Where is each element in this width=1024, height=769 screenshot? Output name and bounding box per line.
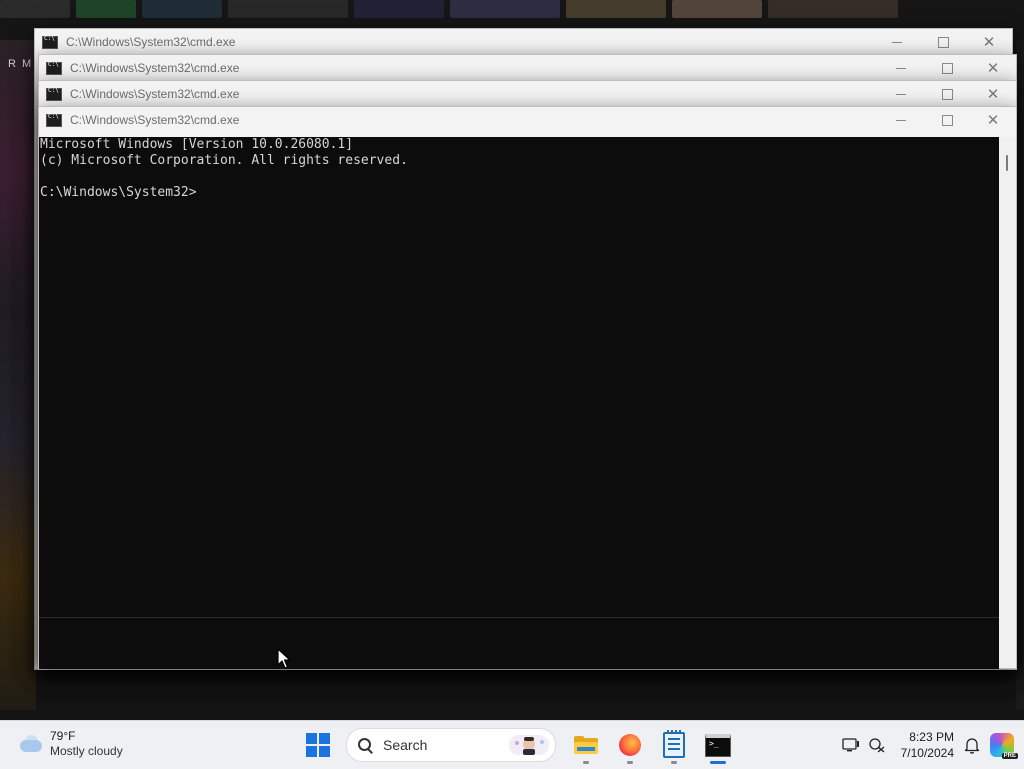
wallpaper-tile bbox=[450, 0, 560, 18]
background-window-edge bbox=[0, 40, 36, 710]
mouse-cursor-icon bbox=[277, 648, 291, 669]
maximize-button[interactable] bbox=[924, 81, 970, 107]
wallpaper-strip bbox=[0, 0, 1024, 26]
background-text: R bbox=[8, 58, 16, 70]
wallpaper-tile bbox=[228, 0, 348, 18]
wallpaper-tile bbox=[354, 0, 444, 18]
folder-icon bbox=[574, 736, 598, 754]
start-button[interactable] bbox=[298, 725, 338, 765]
maximize-button[interactable] bbox=[924, 107, 970, 133]
wallpaper-tile bbox=[142, 0, 222, 18]
wallpaper-tile bbox=[0, 0, 70, 18]
wallpaper-tile bbox=[76, 0, 136, 18]
preview-badge: PRE bbox=[1001, 753, 1018, 759]
scrollbar-thumb[interactable] bbox=[1006, 155, 1008, 171]
command-prompt-button[interactable] bbox=[698, 725, 738, 765]
minimize-button[interactable] bbox=[878, 55, 924, 81]
console-line: (c) Microsoft Corporation. All rights re… bbox=[40, 153, 408, 168]
weather-temperature: 79°F bbox=[50, 729, 76, 743]
network-status-icon[interactable] bbox=[865, 733, 889, 757]
cmd-app-icon bbox=[46, 113, 62, 127]
clock[interactable]: 8:23 PM 7/10/2024 bbox=[901, 729, 954, 761]
window-titlebar[interactable]: C:\Windows\System32\cmd.exe ✕ bbox=[39, 55, 1016, 81]
cmd-window-4[interactable]: C:\Windows\System32\cmd.exe ✕ Microsoft … bbox=[38, 106, 1017, 669]
search-highlight-icon bbox=[509, 735, 549, 755]
wallpaper-tile bbox=[566, 0, 666, 18]
close-button[interactable]: ✕ bbox=[970, 107, 1016, 133]
display-icon[interactable] bbox=[839, 733, 863, 757]
window-title: C:\Windows\System32\cmd.exe bbox=[70, 87, 240, 101]
clock-date: 7/10/2024 bbox=[900, 746, 954, 760]
window-titlebar[interactable]: C:\Windows\System32\cmd.exe ✕ bbox=[35, 29, 1012, 55]
wallpaper-tile bbox=[768, 0, 898, 18]
cmd-icon bbox=[705, 733, 731, 757]
notification-bell-icon[interactable] bbox=[960, 733, 984, 757]
console-line bbox=[39, 169, 999, 185]
firefox-button[interactable] bbox=[610, 725, 650, 765]
system-tray: 8:23 PM 7/10/2024 PRE bbox=[839, 721, 1024, 769]
clock-time: 8:23 PM bbox=[909, 730, 954, 744]
minimize-button[interactable] bbox=[878, 107, 924, 133]
cmd-app-icon bbox=[46, 61, 62, 75]
cloud-icon bbox=[16, 734, 44, 754]
console-lower-area bbox=[39, 617, 999, 669]
weather-condition: Mostly cloudy bbox=[50, 744, 123, 758]
console-output[interactable]: Microsoft Windows [Version 10.0.26080.1]… bbox=[39, 137, 999, 617]
maximize-button[interactable] bbox=[924, 55, 970, 81]
taskbar-center: Search bbox=[298, 725, 742, 765]
minimize-button[interactable] bbox=[878, 81, 924, 107]
window-titlebar[interactable]: C:\Windows\System32\cmd.exe ✕ bbox=[39, 107, 1016, 133]
background-text: M bbox=[22, 58, 32, 70]
vertical-scrollbar[interactable] bbox=[999, 137, 1016, 668]
window-title: C:\Windows\System32\cmd.exe bbox=[70, 113, 240, 127]
cmd-app-icon bbox=[42, 35, 58, 49]
close-button[interactable]: ✕ bbox=[970, 81, 1016, 107]
firefox-icon bbox=[619, 734, 641, 756]
windows-start-icon bbox=[306, 733, 330, 757]
maximize-button[interactable] bbox=[920, 29, 966, 55]
notepad-button[interactable] bbox=[654, 725, 694, 765]
search-icon bbox=[357, 737, 373, 753]
cmd-app-icon bbox=[46, 87, 62, 101]
file-explorer-button[interactable] bbox=[566, 725, 606, 765]
weather-widget[interactable]: 79°F Mostly cloudy bbox=[16, 729, 123, 759]
console-prompt[interactable]: C:\Windows\System32> bbox=[39, 185, 999, 201]
window-title: C:\Windows\System32\cmd.exe bbox=[66, 35, 236, 49]
background-window-edge bbox=[1016, 40, 1024, 710]
copilot-icon[interactable]: PRE bbox=[990, 733, 1018, 759]
search-box[interactable]: Search bbox=[346, 728, 556, 762]
console-line: Microsoft Windows [Version 10.0.26080.1] bbox=[40, 137, 354, 152]
minimize-button[interactable] bbox=[874, 29, 920, 55]
wallpaper-tile bbox=[672, 0, 762, 18]
close-button[interactable]: ✕ bbox=[966, 29, 1012, 55]
window-titlebar[interactable]: C:\Windows\System32\cmd.exe ✕ bbox=[39, 81, 1016, 107]
search-label: Search bbox=[383, 737, 428, 753]
taskbar: 79°F Mostly cloudy Search >_ 8:23 PM 7/1… bbox=[0, 720, 1024, 769]
window-title: C:\Windows\System32\cmd.exe bbox=[70, 61, 240, 75]
close-button[interactable]: ✕ bbox=[970, 55, 1016, 81]
notepad-icon bbox=[663, 730, 685, 758]
